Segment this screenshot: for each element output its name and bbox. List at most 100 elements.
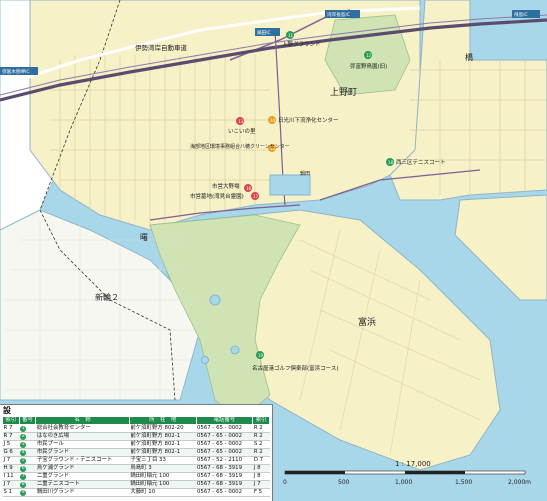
index-cell: R 2 xyxy=(252,424,270,433)
number-badge: 7 xyxy=(20,474,27,480)
index-cell: D 7 xyxy=(252,456,270,465)
index-cell: R 7 xyxy=(2,424,20,433)
name-cell: 鍋田川グランド xyxy=(35,488,130,497)
index-cell: R 7 xyxy=(2,432,20,441)
place-name: 市営墓地(湾見台霊園) xyxy=(190,192,244,200)
facility-table: 索引 番号 名 称 所 在 地 電話番号 索引 R 7 1 総合社会教育センター 前ケ… xyxy=(2,416,270,497)
ic-sign-label: 飛島IC xyxy=(514,11,528,18)
name-cell: 二重グランド xyxy=(35,472,130,481)
phone-cell: 0567 - 65 - 0002 xyxy=(196,424,253,433)
district-label: 富浜 xyxy=(358,316,376,328)
index-cell: J 7 xyxy=(2,456,20,465)
name-cell: 二重テニスコート xyxy=(35,480,130,489)
table-header-row: 索引 番号 名 称 所 在 地 電話番号 索引 xyxy=(2,416,270,425)
number-cell: 4 xyxy=(19,448,36,457)
phone-cell: 0567 - 65 - 0002 xyxy=(196,488,253,497)
pond xyxy=(201,356,209,364)
table-row[interactable]: G 6 4 市民グランド 前ケ須町野方 802-1 0567 - 65 - 0002 R … xyxy=(2,448,270,457)
place-name: 名古屋港ゴルフ倶楽部(富浜コース) xyxy=(252,364,339,372)
table-row[interactable]: H 9 6 鳥ケ浦グランド 鳥島町 3 0567 - 68 - 3919 J 8 xyxy=(2,464,270,473)
address-cell: 前ケ須町野方 802-20 xyxy=(129,424,196,433)
place-number: 17 xyxy=(253,194,259,199)
number-cell: 3 xyxy=(19,440,36,449)
pond xyxy=(230,345,240,355)
col-header: 索引 xyxy=(2,416,20,425)
place-name: 市営大野場 xyxy=(212,182,240,190)
number-badge: 1 xyxy=(20,426,27,432)
place-name: 弥富野鳥園(旧) xyxy=(350,62,387,70)
number-cell: 6 xyxy=(19,464,36,473)
facility-marker[interactable]: 14 日光川下流浄化センター xyxy=(268,116,339,124)
table-row[interactable]: I 11 7 二重グランド 鍋田町稲元 100 0567 - 68 - 3919 J 8 xyxy=(2,472,270,481)
pond xyxy=(209,294,221,306)
col-header: 名 称 xyxy=(35,416,130,425)
scale-bar: 1 : 17,000 0 500 1,000 1,500 2,000m xyxy=(283,460,531,486)
place-number: 18 xyxy=(388,160,394,165)
phone-cell: 0567 - 65 - 0002 xyxy=(196,448,253,457)
number-badge: 5 xyxy=(20,458,27,464)
road-label: 鍋田 xyxy=(300,170,310,177)
table-row[interactable]: J 5 3 市民プール 前ケ須町野方 802-1 0567 - 65 - 0002 S 2 xyxy=(2,440,270,449)
address-cell: 前ケ須町野方 802-1 xyxy=(129,432,196,441)
address-cell: 鍋田町稲元 100 xyxy=(129,480,196,489)
index-cell: R 2 xyxy=(252,448,270,457)
name-cell: 市民プール xyxy=(35,440,130,449)
number-cell: 1 xyxy=(19,424,36,433)
legend-title: 設 xyxy=(3,406,11,415)
table-row[interactable]: R 7 1 総合社会教育センター 前ケ須町野方 802-20 0567 - 65 - 0… xyxy=(2,424,270,433)
index-cell: J 8 xyxy=(252,472,270,481)
col-header: 電話番号 xyxy=(195,416,254,425)
index-cell: S 1 xyxy=(2,488,20,497)
number-badge: 6 xyxy=(20,466,27,472)
name-cell: 子宝グラウンド・テニスコート xyxy=(35,456,130,465)
phone-cell: 0567 - 65 - 0002 xyxy=(196,432,253,441)
place-name: 西三区テニスコート xyxy=(396,159,446,166)
address-cell: 前ケ須町野方 802-1 xyxy=(129,440,196,449)
table-row[interactable]: S 1 9 鍋田川グランド 大藤町 10 0567 - 65 - 0002 F 5 xyxy=(2,488,270,497)
name-cell: 総合社会教育センター xyxy=(35,424,130,433)
col-header: 番号 xyxy=(18,416,37,425)
phone-cell: 0567 - 68 - 3919 xyxy=(196,480,253,489)
col-header: 所 在 地 xyxy=(128,416,197,425)
ic-sign-label: 湾岸長島IC xyxy=(327,11,350,18)
district-label: 橋 xyxy=(465,52,473,62)
ic-sign-label: 弥富木曽岬IC xyxy=(2,68,30,75)
place-name: いこいの里 xyxy=(228,128,256,135)
ic-sign-label: 鍋田IC xyxy=(257,29,271,36)
district-label: 上野町 xyxy=(330,87,357,98)
district-label: 新輪２ xyxy=(95,292,119,302)
number-badge: 3 xyxy=(20,442,27,448)
scale-tick: 0 xyxy=(283,479,287,486)
name-cell: はなのき広場 xyxy=(35,432,130,441)
number-cell: 8 xyxy=(19,480,36,489)
scale-tick: 1,000 xyxy=(395,479,412,486)
number-badge: 4 xyxy=(20,450,27,456)
index-cell: R 2 xyxy=(252,432,270,441)
index-cell: F 5 xyxy=(252,488,270,497)
index-cell: J 5 xyxy=(2,440,20,449)
index-cell: S 2 xyxy=(252,440,270,449)
scale-tick: 500 xyxy=(338,479,350,486)
place-name: 日光川下流浄化センター xyxy=(278,116,339,124)
place-number: 11 xyxy=(288,33,294,38)
number-cell: 9 xyxy=(19,488,36,497)
scale-tick: 1,500 xyxy=(455,479,472,486)
number-badge: 2 xyxy=(20,434,27,440)
scale-bar-segment xyxy=(285,471,345,474)
index-cell: J 8 xyxy=(252,464,270,473)
number-badge: 9 xyxy=(20,490,27,496)
phone-cell: 0567 - 52 - 2110 xyxy=(196,456,253,465)
index-cell: I 11 xyxy=(2,472,20,481)
table-row[interactable]: J 7 5 子宝グラウンド・テニスコート 子宝三丁目 33 0567 - 52 - 21… xyxy=(2,456,270,465)
address-cell: 鍋田町稲元 100 xyxy=(129,472,196,481)
place-name: 上野グラウンド xyxy=(282,40,321,48)
place-name: 海部地区環境事務組合八穂クリーンセンター xyxy=(190,143,290,150)
table-row[interactable]: J 7 8 二重テニスコート 鍋田町稲元 100 0567 - 68 - 3919 J 7 xyxy=(2,480,270,489)
scale-ratio: 1 : 17,000 xyxy=(395,460,431,468)
index-cell: H 9 xyxy=(2,464,20,473)
table-row[interactable]: R 7 2 はなのき広場 前ケ須町野方 802-1 0567 - 65 - 0002 R … xyxy=(2,432,270,441)
address-cell: 大藤町 10 xyxy=(129,488,196,497)
number-cell: 2 xyxy=(19,432,36,441)
name-cell: 鳥ケ浦グランド xyxy=(35,464,130,473)
index-cell: G 6 xyxy=(2,448,20,457)
